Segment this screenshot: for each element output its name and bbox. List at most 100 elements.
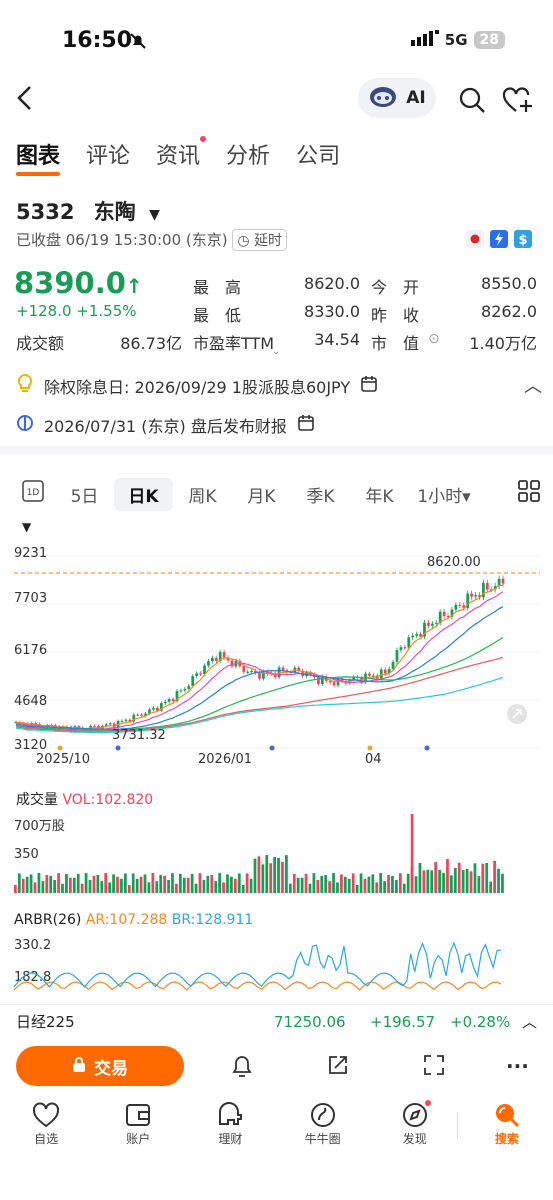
alert-icon[interactable] — [230, 1053, 254, 1083]
back-icon[interactable] — [14, 84, 36, 116]
nav-search[interactable]: 搜索 — [461, 1100, 553, 1160]
volume-bar — [100, 881, 104, 893]
period-1h[interactable]: 1小时▾ — [409, 482, 479, 507]
candle — [191, 676, 195, 686]
high-label: 最 高 — [193, 278, 242, 297]
volume-bar — [112, 874, 115, 893]
calendar-add-icon[interactable] — [360, 375, 378, 397]
candle — [210, 657, 214, 662]
period-week[interactable]: 周K — [173, 482, 232, 507]
volume-bar — [249, 878, 253, 893]
volume-indicator: VOL:102.820 — [62, 792, 154, 808]
status-time: 16:50 — [62, 28, 133, 53]
volume-bar — [261, 864, 265, 893]
volume-bar — [285, 855, 288, 893]
tab-news-label: 资讯 — [156, 144, 201, 169]
elephant-icon — [184, 1100, 276, 1130]
low-marker: 3731.32 — [112, 728, 166, 743]
volume-bar — [257, 856, 261, 893]
candle — [222, 652, 226, 658]
index-expand-icon[interactable]: ︿ — [522, 1011, 537, 1032]
volume-bar — [202, 879, 206, 893]
tab-comments[interactable]: 评论 — [86, 138, 130, 170]
nav-discover[interactable]: 发现 — [369, 1100, 461, 1160]
volume-bar — [281, 861, 284, 893]
more-icon[interactable]: ··· — [506, 1054, 529, 1078]
stock-title[interactable]: 5332 东陶 ▼ — [16, 196, 160, 226]
event-dot — [367, 745, 373, 751]
period-quarter[interactable]: 季K — [291, 482, 350, 507]
volume-bar — [120, 878, 123, 893]
trade-button[interactable]: 交易 — [16, 1046, 184, 1086]
volume-bar — [288, 883, 292, 893]
kline-chart[interactable] — [0, 540, 553, 770]
y-tick-bottom: 3120 — [14, 738, 48, 753]
fullscreen-icon[interactable] — [423, 1054, 445, 1080]
dividend-text: 除权除息日: 2026/09/29 1股派股息60JPY — [44, 378, 351, 397]
dollar-icon: $ — [514, 230, 532, 252]
tab-analysis[interactable]: 分析 — [226, 138, 270, 170]
period-day[interactable]: 日K — [114, 478, 173, 511]
volume-bar — [222, 882, 225, 893]
volume-bar — [422, 870, 426, 893]
nav-community[interactable]: 牛牛圈 — [277, 1100, 369, 1160]
calendar-add-icon-2[interactable] — [297, 414, 315, 436]
earnings-row[interactable]: 2026/07/31 (东京) 盘后发布财报 — [16, 413, 315, 437]
volume-bar — [391, 875, 394, 893]
volume-bar — [25, 876, 29, 893]
volume-bar — [17, 873, 21, 893]
candle — [332, 682, 336, 686]
info-icon[interactable]: ⊙ — [428, 331, 440, 347]
volume-bar — [359, 873, 363, 893]
volume-bar — [328, 881, 331, 893]
tab-company[interactable]: 公司 — [296, 138, 340, 170]
candle — [454, 604, 458, 610]
volume-bar — [37, 873, 41, 893]
volume-bar — [65, 873, 68, 893]
chart-menu-icon[interactable]: ▼ — [22, 520, 31, 534]
period-year[interactable]: 年K — [350, 482, 409, 507]
intraday-icon[interactable]: 1D — [22, 480, 44, 506]
nav-account[interactable]: 账户 — [92, 1100, 184, 1160]
index-name: 日经225 — [16, 1013, 75, 1031]
mcap-value: 1.40万亿 — [469, 334, 537, 353]
volume-bar — [163, 875, 167, 893]
robot-icon — [368, 84, 398, 113]
volume-bar — [410, 814, 414, 893]
nav-wealth[interactable]: 理财 — [184, 1100, 276, 1160]
candle — [187, 685, 191, 689]
grid-layout-icon[interactable] — [518, 480, 540, 506]
ai-button[interactable]: AI — [358, 78, 436, 118]
lightning-icon — [490, 230, 508, 252]
volume-bar — [438, 869, 441, 893]
pe-dropdown-icon[interactable]: ⌄ — [272, 346, 280, 357]
period-month[interactable]: 月K — [232, 482, 291, 507]
trade-label: 交易 — [94, 1058, 128, 1079]
index-ticker[interactable]: 日经225 71250.06 +196.57 +0.28% ︿ — [0, 1004, 553, 1038]
volume-bar — [265, 855, 269, 893]
expand-chart-icon[interactable] — [506, 703, 528, 729]
collapse-icon[interactable]: ︿ — [524, 372, 542, 398]
compass-icon — [369, 1100, 461, 1130]
dividend-row[interactable]: 除权除息日: 2026/09/29 1股派股息60JPY — [16, 373, 378, 398]
arbr-title: ARBR(26) AR:107.288 BR:128.911 — [14, 912, 253, 928]
candle — [474, 595, 477, 597]
share-icon[interactable] — [327, 1054, 349, 1080]
add-watchlist-icon[interactable] — [502, 86, 534, 118]
volume-bar — [497, 868, 500, 893]
volume-chart[interactable] — [0, 808, 553, 896]
tab-chart[interactable]: 图表 — [16, 138, 61, 176]
volume-bar — [296, 877, 300, 893]
volume-bar — [336, 882, 339, 893]
arbr-chart[interactable] — [0, 932, 553, 1004]
volume-bar — [473, 863, 477, 893]
period-5d[interactable]: 5日 — [55, 482, 114, 507]
x-tick-1: 2025/10 — [36, 752, 91, 767]
volume-bar — [88, 879, 92, 893]
tab-news[interactable]: 资讯 — [156, 136, 207, 170]
volume-bar — [108, 882, 112, 893]
nav-watchlist[interactable]: 自选 — [0, 1100, 92, 1160]
volume-bar — [167, 879, 170, 893]
wallet-icon — [92, 1100, 184, 1130]
search-icon[interactable] — [458, 86, 486, 118]
